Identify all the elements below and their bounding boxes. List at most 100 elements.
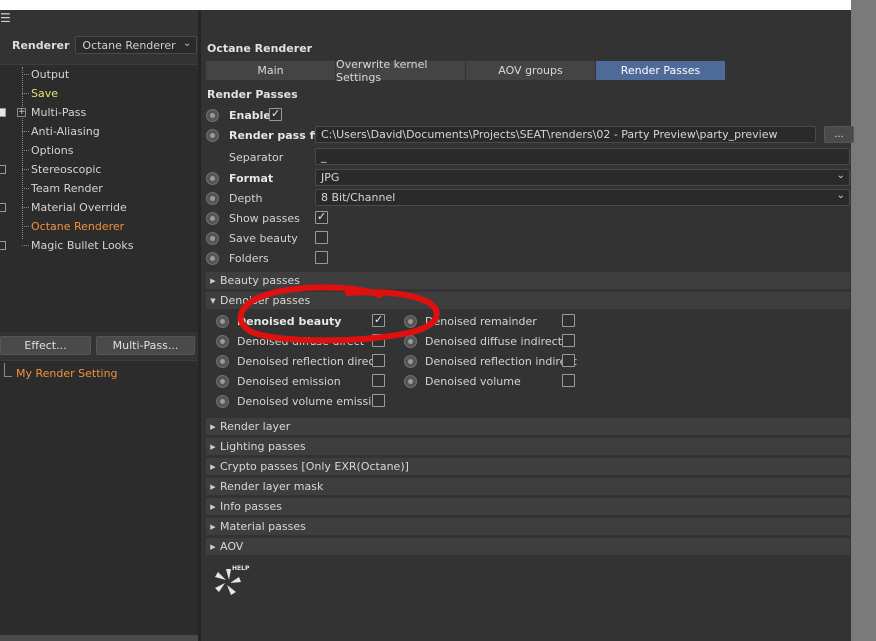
denoiser-pass-label: Denoised diffuse indirect	[425, 334, 563, 348]
group-beauty-passes[interactable]: ▶ Beauty passes	[206, 272, 850, 289]
animate-radio-icon[interactable]	[206, 211, 219, 225]
group-lighting-passes[interactable]: ▶ Lighting passes	[206, 438, 850, 455]
denoiser-pass-checkbox[interactable]	[562, 374, 575, 387]
group-render-layer[interactable]: ▶ Render layer	[206, 418, 850, 435]
animate-radio-icon[interactable]	[206, 171, 219, 185]
group-render-layer-mask[interactable]: ▶ Render layer mask	[206, 478, 850, 495]
render-pass-file-input[interactable]: C:\Users\David\Documents\Projects\SEAT\r…	[315, 126, 816, 143]
chevron-down-icon: ⌄	[836, 170, 845, 181]
octane-help-logo-icon[interactable]: HELP	[211, 562, 251, 598]
tree-item[interactable]: Stereoscopic	[0, 160, 198, 179]
caret-right-icon: ▶	[210, 276, 216, 285]
denoiser-pass-checkbox[interactable]	[372, 334, 385, 347]
caret-right-icon: ▶	[210, 442, 216, 451]
depth-row: Depth 8 Bit/Channel ⌄	[206, 189, 851, 207]
animate-radio-icon[interactable]	[206, 128, 219, 142]
tree-branch-icon	[22, 131, 29, 132]
denoiser-pass-checkbox[interactable]	[562, 314, 575, 327]
folders-checkbox[interactable]	[315, 251, 328, 264]
group-label: Denoiser passes	[220, 294, 311, 307]
depth-select[interactable]: 8 Bit/Channel ⌄	[315, 189, 850, 206]
group-denoiser-passes[interactable]: ▼ Denoiser passes	[206, 292, 850, 309]
animate-radio-icon[interactable]	[404, 334, 417, 348]
tree-item-label: Octane Renderer	[31, 220, 125, 233]
denoiser-pass-item: Denoised diffuse indirect	[404, 332, 578, 350]
tree-item[interactable]: Options	[0, 141, 198, 160]
browse-button[interactable]: ...	[824, 126, 854, 143]
render-setting-item[interactable]: My Render Setting	[0, 362, 118, 380]
tree-item[interactable]: Magic Bullet Looks	[0, 236, 198, 255]
group-label: Render layer mask	[220, 480, 324, 493]
enable-checkbox[interactable]	[269, 107, 282, 121]
denoiser-pass-checkbox[interactable]	[372, 394, 385, 407]
right-edge-strip	[851, 0, 876, 641]
animate-radio-icon[interactable]	[206, 108, 219, 122]
hamburger-menu-icon[interactable]: ☰	[0, 12, 11, 24]
tab-render-passes[interactable]: Render Passes	[596, 61, 726, 80]
animate-radio-icon[interactable]	[216, 394, 229, 408]
tree-item-checkbox[interactable]	[0, 108, 6, 117]
format-select-value: JPG	[321, 171, 340, 184]
denoiser-pass-item: Denoised beauty	[216, 312, 388, 330]
expand-plus-icon[interactable]: +	[17, 108, 26, 117]
denoiser-pass-checkbox[interactable]	[372, 374, 385, 387]
denoiser-pass-label: Denoised beauty	[237, 314, 342, 328]
animate-radio-icon[interactable]	[404, 354, 417, 368]
renderer-select-value: Octane Renderer	[82, 38, 176, 52]
caret-right-icon: ▶	[210, 502, 216, 511]
tree-item-checkbox[interactable]	[0, 165, 6, 174]
tree-item[interactable]: Output	[0, 65, 198, 84]
denoiser-pass-checkbox[interactable]	[562, 334, 575, 347]
animate-radio-icon[interactable]	[206, 191, 219, 205]
animate-radio-icon[interactable]	[216, 314, 229, 328]
chevron-down-icon: ⌄	[836, 190, 845, 201]
tree-item[interactable]: Anti-Aliasing	[0, 122, 198, 141]
tree-branch-icon	[22, 226, 29, 227]
tab-main[interactable]: Main	[206, 61, 336, 80]
tab-overwrite-kernel-settings[interactable]: Overwrite kernel Settings	[336, 58, 466, 84]
effect-button[interactable]: Effect...	[0, 336, 91, 355]
tree-item[interactable]: Octane Renderer	[0, 217, 198, 236]
animate-radio-icon[interactable]	[404, 374, 417, 388]
animate-radio-icon[interactable]	[206, 251, 219, 265]
tree-branch-icon	[22, 74, 29, 75]
tree-item-checkbox[interactable]	[0, 203, 6, 212]
tree-item[interactable]: Material Override	[0, 198, 198, 217]
group-info-passes[interactable]: ▶ Info passes	[206, 498, 850, 515]
group-aov[interactable]: ▶ AOV	[206, 538, 850, 555]
show-passes-checkbox[interactable]	[315, 210, 328, 224]
animate-radio-icon[interactable]	[216, 374, 229, 388]
tree-item-label: Material Override	[31, 201, 127, 214]
tree-item[interactable]: Save	[0, 84, 198, 103]
denoiser-pass-label: Denoised reflection indirect	[425, 354, 577, 368]
tree-item[interactable]: + Multi-Pass	[0, 103, 198, 122]
animate-radio-icon[interactable]	[404, 314, 417, 328]
save-beauty-checkbox[interactable]	[315, 231, 328, 244]
group-label: Lighting passes	[220, 440, 306, 453]
group-material-passes[interactable]: ▶ Material passes	[206, 518, 850, 535]
denoiser-pass-checkbox[interactable]	[372, 313, 385, 327]
tab-aov-groups[interactable]: AOV groups	[466, 61, 596, 80]
animate-radio-icon[interactable]	[206, 231, 219, 245]
denoiser-pass-label: Denoised volume emission	[237, 394, 385, 408]
renderer-select[interactable]: Octane Renderer ⌄	[75, 36, 198, 54]
denoiser-pass-checkbox[interactable]	[372, 354, 385, 367]
tree-item-label: Options	[31, 144, 74, 157]
separator-input[interactable]: _	[315, 148, 850, 165]
tree-item[interactable]: Team Render	[0, 179, 198, 198]
render-pass-file-label: Render pass file	[229, 128, 329, 142]
animate-radio-icon[interactable]	[216, 334, 229, 348]
denoiser-pass-label: Denoised volume	[425, 374, 521, 388]
render-passes-title: Render Passes	[207, 88, 298, 101]
format-select[interactable]: JPG ⌄	[315, 169, 850, 186]
render-settings-list: My Render Setting	[0, 360, 198, 641]
tree-item-label: Stereoscopic	[31, 163, 102, 176]
tree-item-label: Team Render	[31, 182, 103, 195]
group-crypto-passes-only-exr-octane[interactable]: ▶ Crypto passes [Only EXR(Octane)]	[206, 458, 850, 475]
denoiser-pass-item: Denoised reflection direct	[216, 352, 388, 370]
denoiser-pass-checkbox[interactable]	[562, 354, 575, 367]
folders-label: Folders	[229, 251, 269, 265]
animate-radio-icon[interactable]	[216, 354, 229, 368]
tree-item-checkbox[interactable]	[0, 241, 6, 250]
multipass-button[interactable]: Multi-Pass...	[96, 336, 195, 355]
